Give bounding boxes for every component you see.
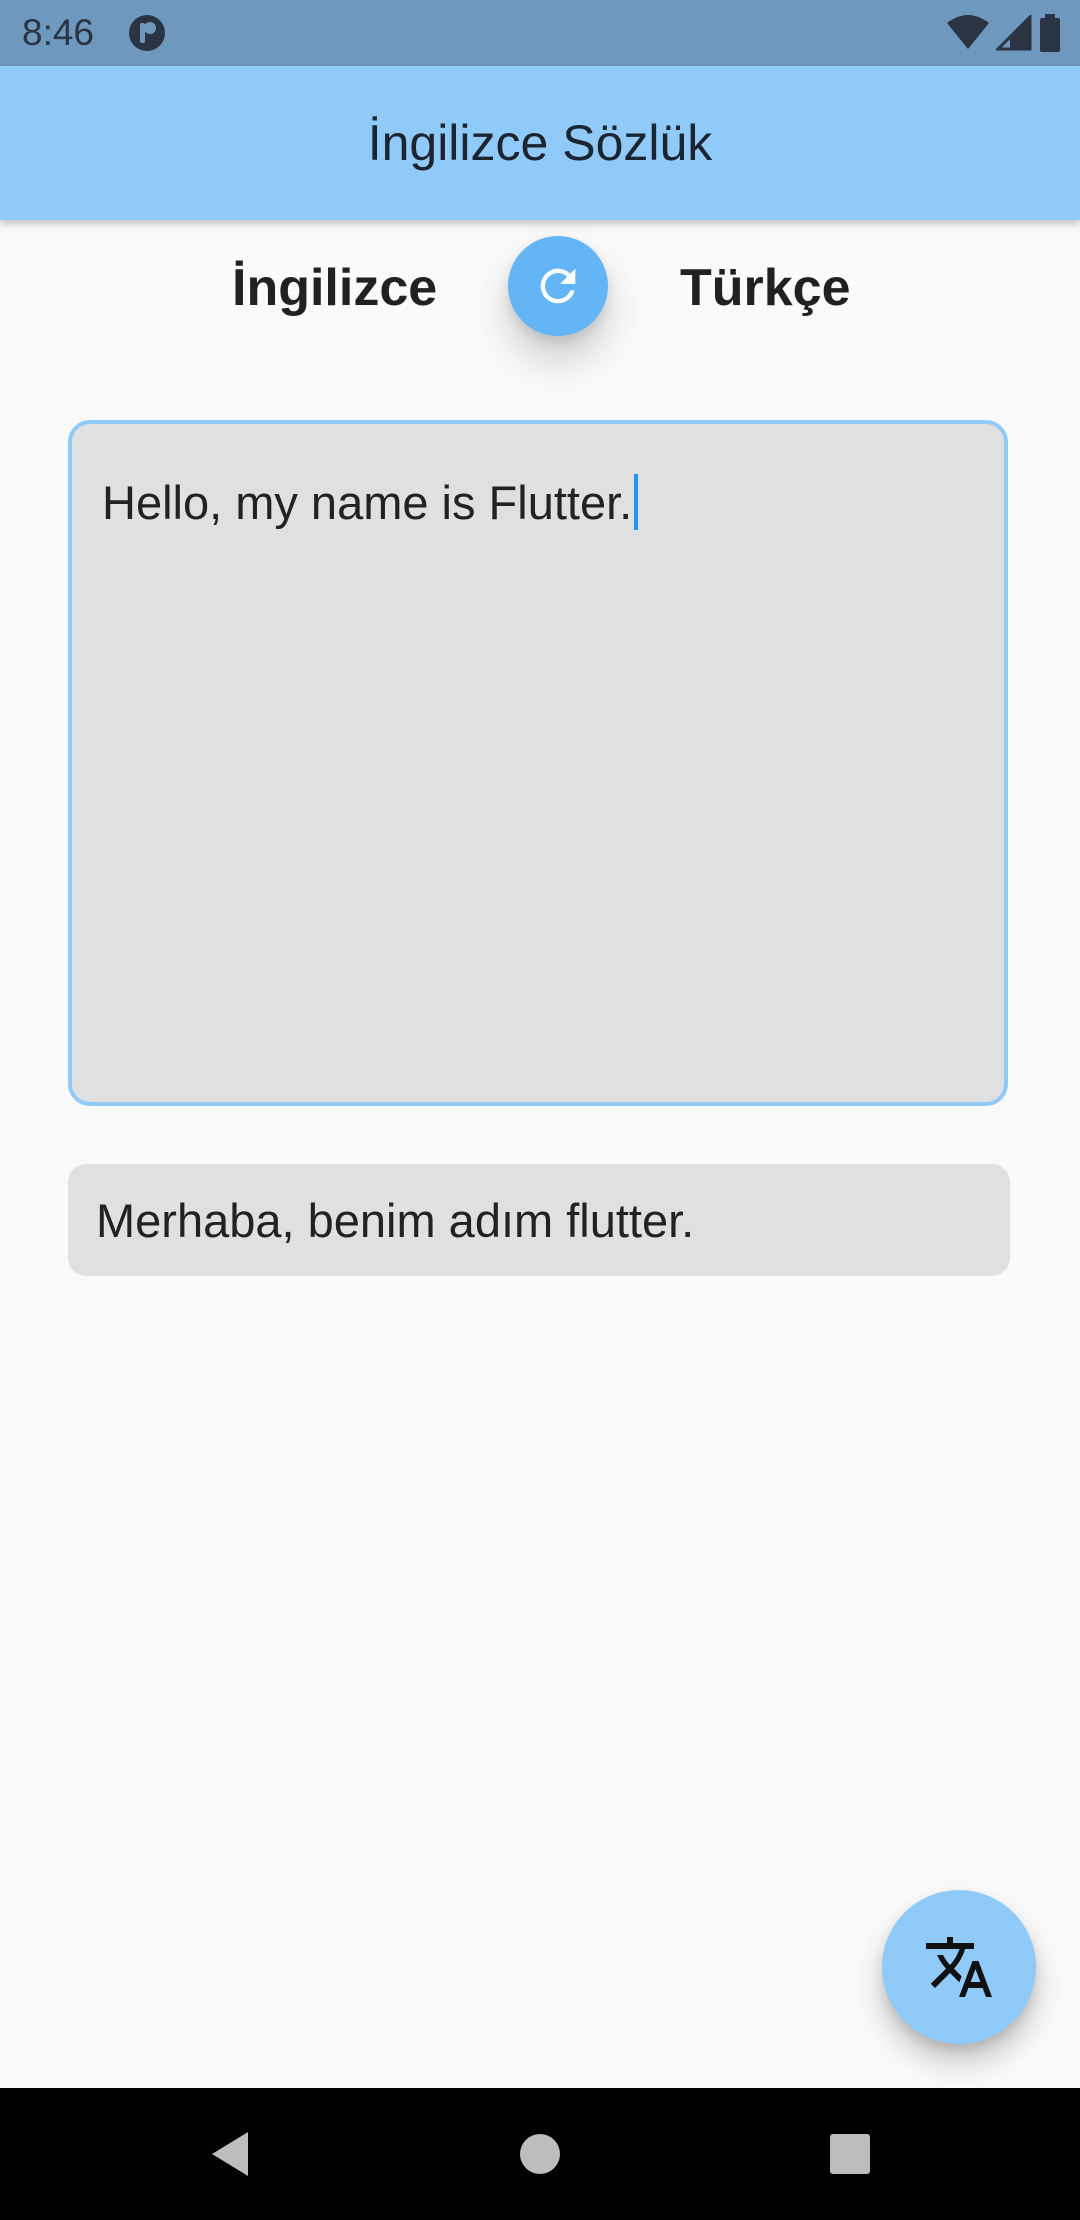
swap-languages-button[interactable] xyxy=(508,236,608,336)
source-text-input[interactable]: Hello, my name is Flutter. xyxy=(68,420,1008,1106)
system-nav-bar xyxy=(0,2088,1080,2220)
input-text-line: Hello, my name is Flutter. xyxy=(102,472,639,532)
app-notification-icon xyxy=(129,15,165,51)
back-icon xyxy=(212,2132,248,2176)
status-icons xyxy=(946,12,1062,54)
wifi-icon xyxy=(947,15,989,49)
translate-button[interactable] xyxy=(882,1890,1036,2044)
input-value[interactable]: Hello, my name is Flutter. xyxy=(102,475,632,530)
text-caret xyxy=(634,474,639,530)
refresh-icon xyxy=(540,268,576,304)
source-language-label[interactable]: İngilizce xyxy=(232,248,437,328)
app-title: İngilizce Sözlük xyxy=(367,115,713,171)
screen: 8:46 İngilizce Sözlük İngilizce Türkçe H… xyxy=(0,0,1080,2220)
translation-output: Merhaba, benim adım flutter. xyxy=(68,1164,1010,1276)
nav-back-button[interactable] xyxy=(190,2114,270,2194)
home-icon xyxy=(520,2134,560,2174)
status-bar: 8:46 xyxy=(0,0,1080,66)
cell-signal-icon xyxy=(996,15,1032,51)
status-time: 8:46 xyxy=(22,12,95,53)
output-value: Merhaba, benim adım flutter. xyxy=(96,1193,695,1247)
nav-recents-button[interactable] xyxy=(810,2114,890,2194)
app-bar: İngilizce Sözlük xyxy=(0,66,1080,220)
recents-icon xyxy=(830,2134,870,2174)
target-language-label[interactable]: Türkçe xyxy=(680,248,851,328)
battery-icon xyxy=(1040,14,1060,52)
nav-home-button[interactable] xyxy=(500,2114,580,2194)
translate-icon xyxy=(926,1937,992,1997)
